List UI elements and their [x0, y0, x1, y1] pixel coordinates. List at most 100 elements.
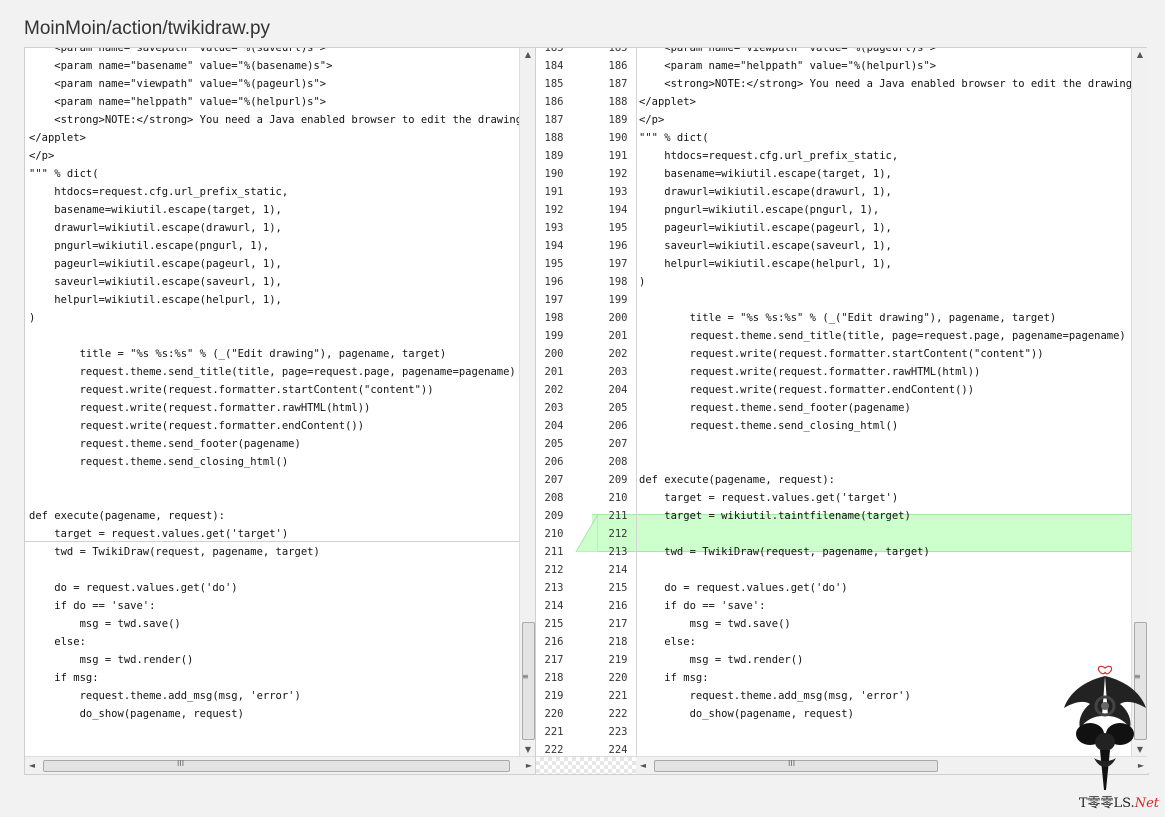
- code-line-text: basename=wikiutil.escape(target, 1),: [29, 204, 282, 216]
- diff-line: 208 210 target = request.values.get('targ…: [536, 489, 1131, 507]
- code-line-text: basename=wikiutil.escape(target, 1),: [639, 168, 892, 180]
- old-line-number: 185: [544, 78, 564, 90]
- old-line-number: 204: [544, 420, 564, 432]
- new-line-number: 202: [608, 348, 628, 360]
- new-line-number: 218: [608, 636, 628, 648]
- diff-line: 218 220 if msg:: [536, 669, 1131, 687]
- old-line-number: 187: [544, 114, 564, 126]
- old-line-number: 210: [544, 528, 564, 540]
- old-line-number: 211: [544, 546, 564, 558]
- code-line-text: helpurl=wikiutil.escape(helpurl, 1),: [639, 258, 892, 270]
- code-line: title = "%s %s:%s" % (_("Edit drawing"),…: [25, 345, 519, 363]
- left-vertical-scrollbar[interactable]: ▲ ≡ ▼: [519, 48, 536, 757]
- new-line-number: 213: [608, 546, 628, 558]
- hscroll-grip-icon: III: [177, 759, 185, 768]
- diff-left-pane[interactable]: <param name="savepath" value="%(saveurl)…: [24, 47, 537, 775]
- diff-line: 187 189 </p>: [536, 111, 1131, 129]
- old-line-number: 209: [544, 510, 564, 522]
- old-line-number: 220: [544, 708, 564, 720]
- code-line-text: <strong>NOTE:</strong> You need a Java e…: [639, 78, 1139, 90]
- scroll-right-arrow-icon[interactable]: ►: [522, 757, 536, 774]
- old-line-number: 200: [544, 348, 564, 360]
- new-line-number: 212: [608, 528, 628, 540]
- scroll-down-arrow-icon[interactable]: ▼: [520, 743, 536, 757]
- code-line: else:: [25, 633, 519, 651]
- vscroll-grip-icon: ≡: [522, 672, 529, 681]
- code-line-text: request.write(request.formatter.rawHTML(…: [639, 366, 981, 378]
- code-line-text: else:: [29, 636, 86, 648]
- hscroll-grip-icon: III: [788, 759, 796, 768]
- old-line-number: 213: [544, 582, 564, 594]
- scroll-up-arrow-icon[interactable]: ▲: [520, 48, 536, 62]
- right-vertical-scrollbar[interactable]: ▲ ≡ ▼: [1131, 48, 1148, 757]
- code-line-text: target = request.values.get('target'): [639, 492, 899, 504]
- code-line-text: request.write(request.formatter.startCon…: [639, 348, 1044, 360]
- code-line-text: request.write(request.formatter.endConte…: [29, 420, 365, 432]
- code-line-text: request.write(request.formatter.startCon…: [29, 384, 434, 396]
- code-line-text: request.theme.send_footer(pagename): [29, 438, 301, 450]
- left-horizontal-scrollbar[interactable]: ◄ III ►: [25, 756, 536, 774]
- code-line: ): [25, 309, 519, 327]
- new-line-number: 222: [608, 708, 628, 720]
- diff-line: 196 198): [536, 273, 1131, 291]
- left-hscroll-thumb[interactable]: [43, 760, 510, 772]
- new-line-number: 220: [608, 672, 628, 684]
- code-line-text: pageurl=wikiutil.escape(pageurl, 1),: [639, 222, 892, 234]
- diff-line: 209 211 target = wikiutil.taintfilename(t…: [536, 507, 1131, 525]
- code-line-text: <param name="helppath" value="%(helpurl)…: [29, 96, 327, 108]
- code-line-text: request.write(request.formatter.endConte…: [639, 384, 975, 396]
- window-title: MoinMoin/action/twikidraw.py: [24, 18, 271, 39]
- old-line-number: 201: [544, 366, 564, 378]
- diff-line: 212 214: [536, 561, 1131, 579]
- old-line-number: 219: [544, 690, 564, 702]
- new-line-number: 185: [608, 47, 628, 54]
- watermark-logo-icon: [1064, 665, 1146, 790]
- code-line-text: saveurl=wikiutil.escape(saveurl, 1),: [639, 240, 892, 252]
- new-line-number: 188: [608, 96, 628, 108]
- code-line-text: else:: [639, 636, 696, 648]
- code-line-text: <param name="savepath" value="%(saveurl)…: [29, 47, 327, 54]
- new-line-number: 210: [608, 492, 628, 504]
- code-line-text: if do == 'save':: [29, 600, 156, 612]
- code-line-text: <param name="helppath" value="%(helpurl)…: [639, 60, 937, 72]
- right-hscroll-thumb[interactable]: [654, 760, 938, 772]
- code-line-text: twd = TwikiDraw(request, pagename, targe…: [639, 546, 930, 558]
- code-line-text: twd = TwikiDraw(request, pagename, targe…: [29, 546, 320, 558]
- scroll-up-arrow-icon[interactable]: ▲: [1132, 48, 1148, 62]
- code-line-text: pngurl=wikiutil.escape(pngurl, 1),: [639, 204, 880, 216]
- new-line-number: 193: [608, 186, 628, 198]
- code-line: request.theme.send_footer(pagename): [25, 435, 519, 453]
- code-line-text: pageurl=wikiutil.escape(pageurl, 1),: [29, 258, 282, 270]
- diff-right-pane[interactable]: 183 185 <param name="viewpath" value="%(p…: [535, 47, 1149, 775]
- diff-line: 198 200 title = "%s %s:%s" % (_("Edit dra…: [536, 309, 1131, 327]
- scroll-left-arrow-icon[interactable]: ◄: [636, 757, 650, 774]
- left-vscroll-thumb[interactable]: [522, 622, 535, 740]
- code-line: <param name="savepath" value="%(saveurl)…: [25, 47, 519, 57]
- old-line-number: 202: [544, 384, 564, 396]
- new-line-number: 207: [608, 438, 628, 450]
- old-line-number: 183: [544, 47, 564, 54]
- new-line-number: 203: [608, 366, 628, 378]
- code-line-text: </p>: [639, 114, 665, 126]
- code-line-text: request.theme.add_msg(msg, 'error'): [639, 690, 911, 702]
- code-line-text: saveurl=wikiutil.escape(saveurl, 1),: [29, 276, 282, 288]
- new-line-number: 187: [608, 78, 628, 90]
- diff-line: 186 188 </applet>: [536, 93, 1131, 111]
- diff-line: 184 186 <param name="helppath" value="%(h…: [536, 57, 1131, 75]
- diff-line: 207 209 def execute(pagename, request):: [536, 471, 1131, 489]
- code-line-text: msg = twd.render(): [639, 654, 804, 666]
- old-line-number: 199: [544, 330, 564, 342]
- diff-line: 216 218 else:: [536, 633, 1131, 651]
- old-line-number: 205: [544, 438, 564, 450]
- new-line-number: 215: [608, 582, 628, 594]
- diff-line: 214 216 if do == 'save':: [536, 597, 1131, 615]
- old-line-number: 184: [544, 60, 564, 72]
- diff-line: 203 205 request.theme.send_footer(pagenam…: [536, 399, 1131, 417]
- scroll-left-arrow-icon[interactable]: ◄: [25, 757, 39, 774]
- old-line-number: 196: [544, 276, 564, 288]
- old-line-number: 191: [544, 186, 564, 198]
- diff-line: 191 193 drawurl=wikiutil.escape(drawurl, …: [536, 183, 1131, 201]
